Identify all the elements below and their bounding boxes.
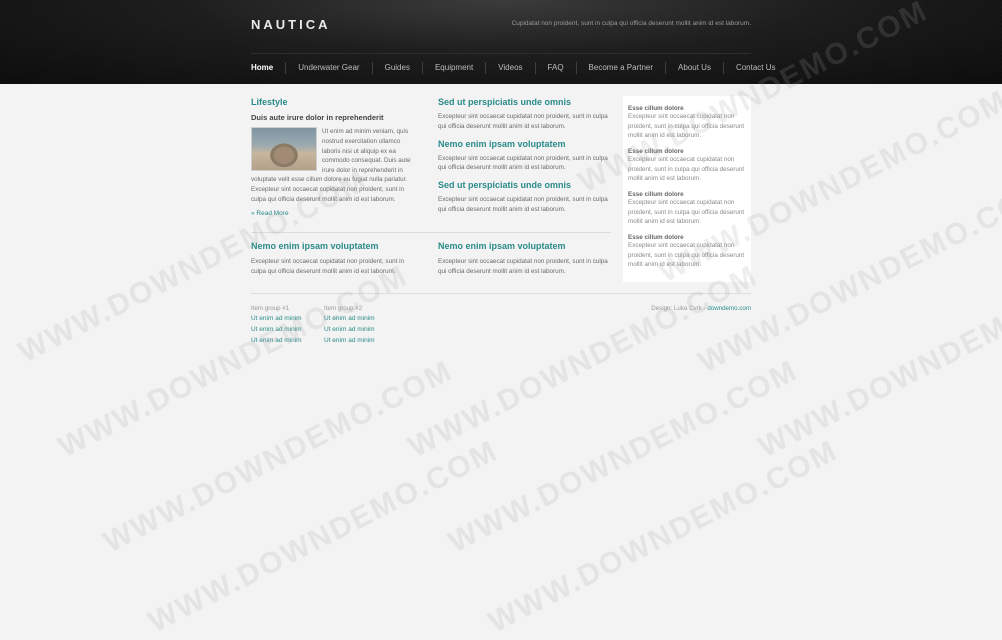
site-logo[interactable]: NAUTICA [251, 17, 331, 32]
credit-text: Design: Luka Cvrk - [651, 305, 706, 312]
sidebar-item-text: Excepteur sint occaecat cupidatat non pr… [628, 199, 745, 226]
sidebar-box: Esse cillum dolore Excepteur sint occaec… [623, 96, 751, 282]
lifestyle-wrap-text: Ut enim ad minim veniam, quis nostrud ex… [322, 128, 411, 175]
read-more-link[interactable]: » Read More [251, 210, 289, 217]
lifestyle-body-text: voluptate velit esse cillum dolore eu fu… [251, 176, 408, 203]
nav-item-become-partner[interactable]: Become a Partner [575, 62, 665, 74]
footer-group-2-label: Item group #2 [324, 305, 363, 312]
watermark-text: WWW.DOWNDEMO.COM [53, 259, 414, 465]
bottom-right-text: Excepteur sint occaecat cupidatat non pr… [438, 258, 608, 275]
sidebar-item-text: Excepteur sint occaecat cupidatat non pr… [628, 156, 745, 183]
bottom-left-title: Nemo enim ipsam voluptatem [251, 241, 379, 251]
shell-thumbnail-image [251, 127, 317, 171]
nav-item-contact-us[interactable]: Contact Us [722, 62, 788, 74]
footer-credit: Design: Luka Cvrk - downdemo.com [651, 305, 751, 312]
nav-item-home[interactable]: Home [251, 62, 285, 74]
nav-item-guides[interactable]: Guides [371, 62, 422, 74]
header-divider [251, 53, 751, 54]
lifestyle-subhead: Duis aute irure dolor in reprehenderit [251, 113, 384, 122]
footer-group-1-link[interactable]: Ut enim ad minim [251, 315, 302, 322]
bottom-right-title: Nemo enim ipsam voluptatem [438, 241, 566, 251]
nav-item-videos[interactable]: Videos [485, 62, 534, 74]
sidebar-item: Esse cillum dolore Excepteur sint occaec… [628, 234, 748, 270]
footer-group-1-link[interactable]: Ut enim ad minim [251, 337, 302, 344]
nav-item-faq[interactable]: FAQ [534, 62, 576, 74]
nav-item-about-us[interactable]: About Us [665, 62, 723, 74]
sidebar-item: Esse cillum dolore Excepteur sint occaec… [628, 191, 748, 227]
middle-title-2: Nemo enim ipsam voluptatem [438, 138, 566, 149]
bottom-left-section: Nemo enim ipsam voluptatem Excepteur sin… [251, 241, 411, 277]
nav-item-equipment[interactable]: Equipment [421, 62, 485, 74]
footer-group-1-label: Item group #1 [251, 305, 290, 312]
sidebar-item: Esse cillum dolore Excepteur sint occaec… [628, 105, 748, 141]
sidebar-item-title: Esse cillum dolore [628, 105, 684, 112]
sidebar-item-text: Excepteur sint occaecat cupidatat non pr… [628, 242, 745, 269]
middle-column: Sed ut perspiciatis unde omnis Excepteur… [438, 97, 608, 215]
footer-group-2-link[interactable]: Ut enim ad minim [324, 337, 375, 344]
middle-title-3: Sed ut perspiciatis unde omnis [438, 180, 572, 191]
middle-text-3: Excepteur sint occaecat cupidatat non pr… [438, 196, 608, 213]
bottom-left-text: Excepteur sint occaecat cupidatat non pr… [251, 258, 404, 275]
credit-link[interactable]: downdemo.com [707, 305, 751, 312]
sidebar-item-title: Esse cillum dolore [628, 148, 684, 155]
sidebar-item-text: Excepteur sint occaecat cupidatat non pr… [628, 113, 745, 140]
sidebar-item-title: Esse cillum dolore [628, 191, 684, 198]
footer-divider [251, 293, 751, 294]
footer-group-2-link[interactable]: Ut enim ad minim [324, 315, 375, 322]
footer-group-1-link[interactable]: Ut enim ad minim [251, 326, 302, 333]
site-header: NAUTICA Cupidatat non proident, sunt in … [0, 0, 1002, 84]
watermark-text: WWW.DOWNDEMO.COM [403, 259, 764, 465]
sidebar-item-title: Esse cillum dolore [628, 234, 684, 241]
middle-text-2: Excepteur sint occaecat cupidatat non pr… [438, 154, 608, 172]
watermark-text: WWW.DOWNDEMO.COM [443, 354, 804, 560]
watermark-text: WWW.DOWNDEMO.COM [483, 434, 844, 640]
sidebar-item: Esse cillum dolore Excepteur sint occaec… [628, 148, 748, 184]
watermark-text: WWW.DOWNDEMO.COM [753, 259, 1002, 465]
lifestyle-section: Lifestyle Duis aute irure dolor in repre… [251, 97, 411, 217]
nav-item-underwater-gear[interactable]: Underwater Gear [285, 62, 371, 74]
watermark-text: WWW.DOWNDEMO.COM [143, 434, 504, 640]
content-divider [251, 232, 611, 233]
lifestyle-title: Lifestyle [251, 97, 288, 107]
footer-group-2-link[interactable]: Ut enim ad minim [324, 326, 375, 333]
bottom-right-section: Nemo enim ipsam voluptatem Excepteur sin… [438, 241, 608, 277]
watermark-text: WWW.DOWNDEMO.COM [98, 354, 459, 560]
main-nav: Home Underwater Gear Guides Equipment Vi… [251, 60, 776, 76]
site-tagline: Cupidatat non proident, sunt in culpa qu… [511, 20, 751, 27]
middle-text-1: Excepteur sint occaecat cupidatat non pr… [438, 113, 608, 130]
middle-title-1: Sed ut perspiciatis unde omnis [438, 97, 572, 107]
